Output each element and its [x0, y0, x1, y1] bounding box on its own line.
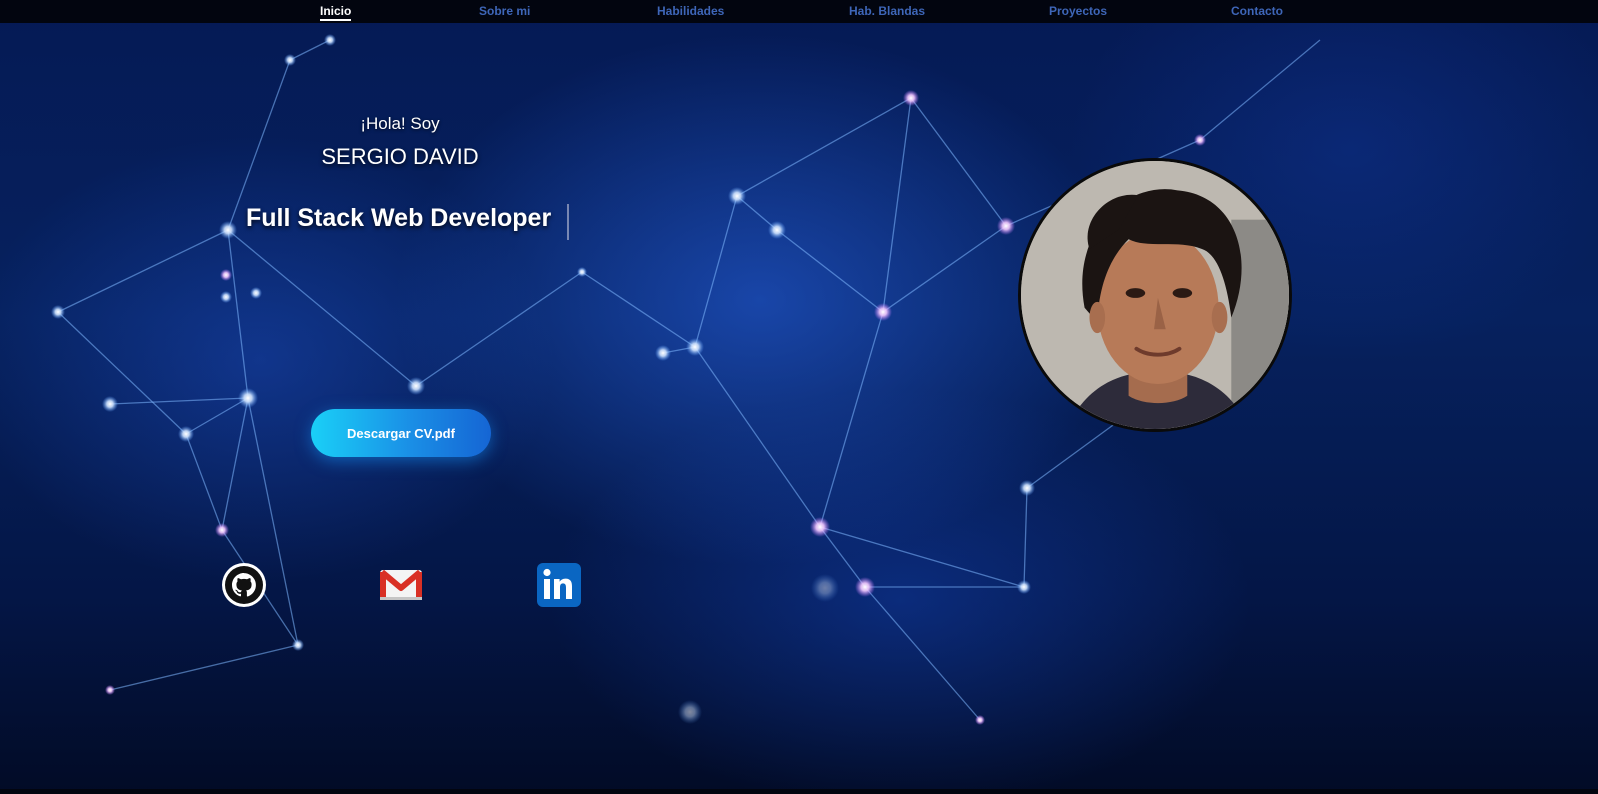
github-link[interactable] — [221, 562, 267, 608]
nav-item-contacto[interactable]: Contacto — [1231, 4, 1283, 18]
top-navbar: Inicio Sobre mi Habilidades Hab. Blandas… — [0, 0, 1598, 23]
gmail-icon — [380, 569, 422, 600]
hero-name: SERGIO DAVID — [321, 144, 479, 169]
download-cv-button[interactable]: Descargar CV.pdf — [311, 409, 491, 457]
typing-caret — [567, 204, 569, 240]
nav-item-proyectos[interactable]: Proyectos — [1049, 4, 1107, 18]
linkedin-link[interactable] — [536, 562, 582, 608]
gmail-link[interactable] — [378, 562, 424, 608]
bottom-strip — [0, 789, 1598, 794]
hero-section: Inicio Sobre mi Habilidades Hab. Blandas… — [0, 0, 1598, 794]
network-background — [51, 34, 1321, 725]
profile-photo-icon — [1021, 161, 1289, 429]
nav-item-sobre-mi[interactable]: Sobre mi — [479, 4, 530, 18]
nav-item-hab-blandas[interactable]: Hab. Blandas — [849, 4, 925, 18]
greeting-text: ¡Hola! Soy — [360, 114, 440, 133]
nav-item-inicio[interactable]: Inicio — [320, 4, 352, 21]
hero-role: Full Stack Web Developer — [246, 204, 552, 232]
profile-photo — [1018, 158, 1292, 432]
github-icon — [222, 563, 266, 607]
nav-item-habilidades[interactable]: Habilidades — [657, 4, 724, 18]
linkedin-icon — [537, 563, 581, 607]
